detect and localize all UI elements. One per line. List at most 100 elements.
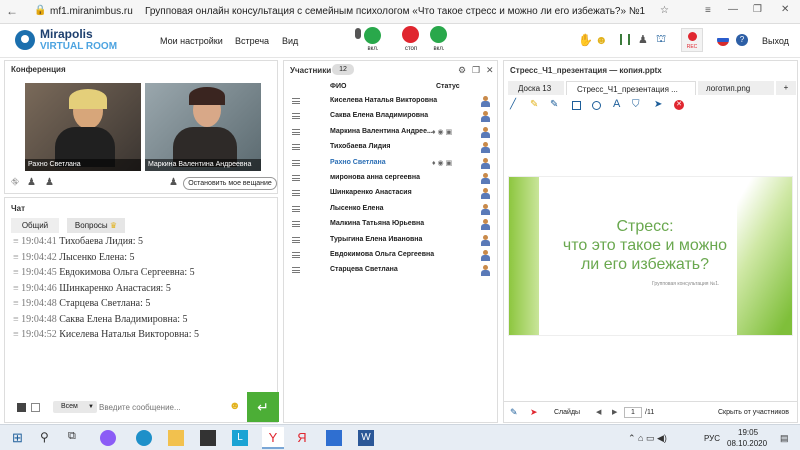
store-icon[interactable] [200, 430, 216, 446]
search-icon[interactable]: ⚲ [40, 430, 56, 446]
star-icon[interactable]: ☆ [660, 5, 669, 16]
nav-my-settings[interactable]: Мои настройки [160, 36, 223, 46]
people-icon[interactable]: ♟ [638, 33, 648, 46]
drag-handle-icon[interactable] [292, 267, 300, 274]
close-icon[interactable]: ✕ [486, 65, 494, 76]
emoji-icon[interactable]: ☻ [595, 33, 608, 47]
color-icon[interactable] [31, 403, 40, 412]
participant-row[interactable]: Маркина Валентина Андрее... ♦ ◉ ▣ [284, 125, 497, 141]
mic-icon[interactable] [355, 28, 361, 39]
emoji-icon[interactable]: ☻ [229, 400, 241, 412]
drag-handle-icon[interactable] [292, 190, 300, 197]
back-icon[interactable]: ← [6, 4, 18, 18]
chart-icon[interactable] [620, 34, 630, 45]
prev-icon[interactable]: ◀ [596, 408, 601, 416]
participant-row[interactable]: миронова анна сергеевна [284, 171, 497, 187]
participant-row[interactable]: Рахно Светлана ♦ ◉ ▣ [284, 156, 497, 172]
participant-row[interactable]: Евдокимова Ольга Сергеевна [284, 248, 497, 264]
tab-logo[interactable]: логотип.png [698, 81, 774, 95]
send-button[interactable]: ↵ [247, 392, 279, 422]
video-tile[interactable]: Рахно Светлана [25, 83, 141, 171]
yandex-icon[interactable]: Я [294, 430, 310, 446]
notification-icon[interactable]: ▤ [780, 433, 789, 444]
close-window-icon[interactable]: ✕ [781, 4, 789, 15]
layout-icon[interactable]: ⛗ [11, 177, 19, 188]
popout-icon[interactable]: ❐ [472, 65, 480, 76]
recipient-select[interactable]: Всем ▼ [53, 401, 97, 413]
clock-date[interactable]: 08.10.2020 [727, 439, 767, 448]
status-icons[interactable]: ♦ ◉ ▣ [432, 159, 452, 167]
hide-from-participants-button[interactable]: Скрыть от участников [718, 409, 789, 416]
clear-icon[interactable]: ✕ [674, 100, 684, 110]
drag-handle-icon[interactable] [292, 205, 300, 212]
video-tile[interactable]: Маркина Валентина Андреевна [145, 83, 261, 171]
text-icon[interactable]: A [613, 98, 620, 110]
pointer-icon[interactable]: ➤ [654, 99, 662, 110]
explorer-icon[interactable] [168, 430, 184, 446]
mic-toggle-button[interactable] [364, 27, 381, 44]
exit-button[interactable]: Выход [762, 36, 789, 46]
pen-tool-icon[interactable]: ✎ [510, 407, 518, 418]
help-icon[interactable]: ? [736, 34, 748, 46]
user-share-icon[interactable]: ♟ [45, 177, 54, 188]
stop-broadcast-button[interactable]: Остановить мое вещание [183, 177, 277, 190]
app-l-icon[interactable]: L [232, 430, 248, 446]
participant-row[interactable]: Малкина Татьяна Юрьевна [284, 217, 497, 233]
tab-presentation[interactable]: Стресс_Ч1_презентация ... [566, 81, 696, 95]
nav-view[interactable]: Вид [282, 36, 298, 46]
nav-meeting[interactable]: Встреча [235, 36, 269, 46]
marker-icon[interactable]: ✎ [530, 99, 538, 110]
language-flag-icon[interactable] [717, 34, 729, 46]
participant-row[interactable]: Киселева Наталья Викторовна [284, 94, 497, 110]
stop-button[interactable] [402, 26, 419, 43]
drag-handle-icon[interactable] [292, 236, 300, 243]
drag-handle-icon[interactable] [292, 128, 300, 135]
windows-start-icon[interactable]: ⊞ [12, 430, 28, 446]
participant-row[interactable]: Шинкаренко Анастасия [284, 186, 497, 202]
language-indicator[interactable]: РУС [704, 434, 720, 443]
tree-icon[interactable]: ⛫ [656, 33, 666, 47]
page-input[interactable]: 1 [624, 407, 642, 418]
drag-handle-icon[interactable] [292, 221, 300, 228]
alice-icon[interactable] [100, 430, 116, 446]
status-icons[interactable]: ♦ ◉ ▣ [432, 128, 452, 136]
word-icon[interactable]: W [358, 430, 374, 446]
next-icon[interactable]: ▶ [612, 408, 617, 416]
drag-handle-icon[interactable] [292, 113, 300, 120]
minimize-icon[interactable]: — [728, 4, 738, 15]
drag-handle-icon[interactable] [292, 144, 300, 151]
participant-row[interactable]: Тихобаева Лидия [284, 140, 497, 156]
pen-icon[interactable]: ╱ [510, 99, 516, 110]
add-tab-button[interactable]: + [776, 81, 796, 95]
task-view-icon[interactable]: ⧉ [68, 430, 84, 446]
user-mic-icon[interactable]: ♟ [27, 177, 36, 188]
format-icon[interactable] [17, 403, 26, 412]
message-input[interactable] [99, 399, 225, 415]
mail-icon[interactable] [326, 430, 342, 446]
drag-handle-icon[interactable] [292, 159, 300, 166]
clock-time[interactable]: 19:05 [738, 428, 758, 437]
rectangle-icon[interactable] [572, 101, 581, 110]
gear-icon[interactable]: ⚙ [458, 65, 466, 76]
tab-questions[interactable]: Вопросы ♛ [67, 218, 125, 233]
url-text[interactable]: mf1.miranimbus.ru [50, 6, 133, 17]
stamp-icon[interactable]: ⛉ [632, 99, 640, 110]
menu-icon[interactable]: ≡ [705, 5, 711, 16]
tray-icons[interactable]: ⌃ ⌂ ▭ ◀) [628, 433, 667, 444]
yandex-browser-icon[interactable]: Y [262, 427, 284, 449]
camera-toggle-button[interactable] [430, 26, 447, 43]
tab-board[interactable]: Доска 13 [508, 81, 564, 95]
participant-row[interactable]: Турыгина Елена Ивановна [284, 233, 497, 249]
hand-icon[interactable]: ✋ [578, 33, 593, 47]
cursor-icon[interactable]: ➤ [530, 407, 538, 418]
drag-handle-icon[interactable] [292, 175, 300, 181]
edge-icon[interactable] [136, 430, 152, 446]
ellipse-icon[interactable] [592, 101, 601, 110]
drag-handle-icon[interactable] [292, 98, 300, 104]
participant-row[interactable]: Старцева Светлана [284, 263, 497, 279]
maximize-icon[interactable]: ❐ [753, 4, 762, 15]
participant-row[interactable]: Лысенко Елена [284, 202, 497, 218]
rec-button[interactable]: REC [681, 28, 703, 52]
tab-general[interactable]: Общий [11, 218, 59, 233]
drag-handle-icon[interactable] [292, 252, 300, 258]
